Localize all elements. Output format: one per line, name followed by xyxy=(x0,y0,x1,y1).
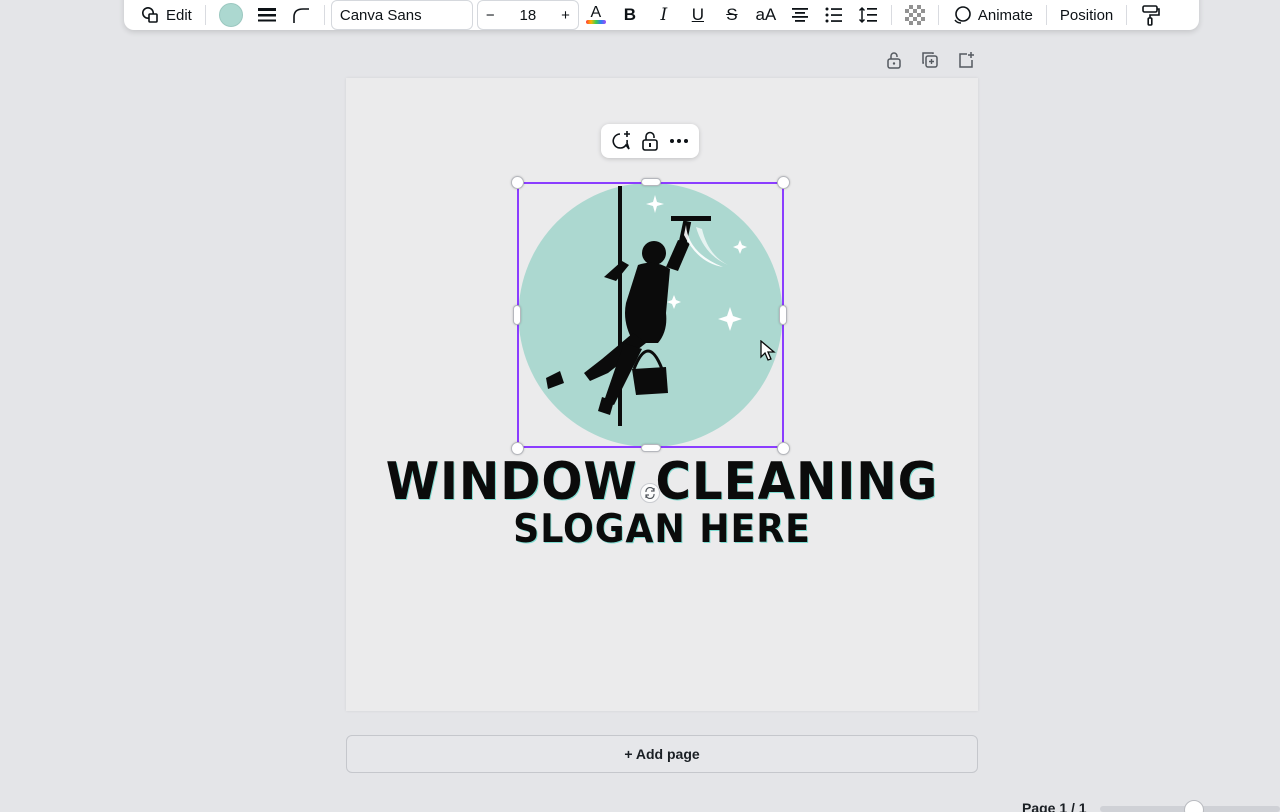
edit-button[interactable]: Edit xyxy=(134,0,199,30)
text-color-icon: A xyxy=(590,4,602,21)
fill-color-button[interactable] xyxy=(212,0,250,30)
toolbar-divider xyxy=(204,5,206,25)
toolbar-divider xyxy=(890,5,892,25)
font-size-stepper: − 18 + xyxy=(476,0,579,30)
bullet-list-icon xyxy=(825,7,842,23)
resize-handle-left[interactable] xyxy=(513,305,521,325)
add-page-icon-button[interactable] xyxy=(956,50,976,70)
copy-style-button[interactable] xyxy=(1133,0,1167,30)
decrease-font-size-button[interactable]: − xyxy=(486,7,495,24)
comment-add-icon xyxy=(612,131,631,150)
rotate-icon xyxy=(645,487,655,499)
add-page-button[interactable]: + Add page xyxy=(346,735,978,773)
animate-button[interactable]: Animate xyxy=(945,0,1040,30)
text-color-button[interactable]: A xyxy=(579,0,613,30)
zoom-slider-thumb[interactable] xyxy=(1184,800,1204,812)
page-tools xyxy=(884,50,976,70)
corner-rounding-button[interactable] xyxy=(284,0,318,30)
position-button[interactable]: Position xyxy=(1053,0,1120,30)
align-center-icon xyxy=(791,8,808,22)
resize-handle-top-right[interactable] xyxy=(777,176,790,189)
toolbar-divider xyxy=(1045,5,1047,25)
toolbar-divider xyxy=(1126,5,1128,25)
lock-icon xyxy=(887,52,901,69)
corner-rounding-icon xyxy=(293,8,309,23)
transparency-icon xyxy=(904,5,925,25)
line-spacing-icon xyxy=(858,6,877,24)
fill-color-swatch xyxy=(218,3,243,27)
bullet-list-button[interactable] xyxy=(817,0,851,30)
more-horizontal-icon xyxy=(669,139,688,143)
align-center-button[interactable] xyxy=(783,0,817,30)
element-context-menu xyxy=(601,124,699,158)
add-page-icon xyxy=(959,52,974,68)
increase-font-size-button[interactable]: + xyxy=(561,7,570,24)
border-lines-icon xyxy=(257,8,276,22)
design-title-text[interactable]: WINDOW CLEANING xyxy=(368,452,956,512)
page-indicator[interactable]: Page 1 / 1 xyxy=(1022,800,1087,812)
toolbar-divider xyxy=(937,5,939,25)
bold-button[interactable]: B xyxy=(613,0,647,30)
font-family-select[interactable]: Canva Sans xyxy=(330,0,473,30)
duplicate-page-button[interactable] xyxy=(920,50,940,70)
transparency-button[interactable] xyxy=(898,0,932,30)
text-color-rainbow-bar xyxy=(585,20,606,24)
letter-case-button[interactable]: aA xyxy=(749,0,783,30)
underline-button[interactable]: U xyxy=(681,0,715,30)
resize-handle-right[interactable] xyxy=(779,305,787,325)
font-size-value[interactable]: 18 xyxy=(520,7,537,24)
font-family-value: Canva Sans xyxy=(339,6,422,24)
lock-element-button[interactable] xyxy=(638,129,662,153)
selection-frame xyxy=(517,182,784,448)
resize-handle-top[interactable] xyxy=(641,178,661,186)
add-comment-button[interactable] xyxy=(609,129,633,153)
design-slogan-text[interactable]: SLOGAN HERE xyxy=(368,507,956,552)
border-style-button[interactable] xyxy=(250,0,284,30)
paint-roller-icon xyxy=(1142,5,1161,26)
resize-handle-top-left[interactable] xyxy=(511,176,524,189)
shapes-icon xyxy=(142,7,158,23)
toolbar-divider xyxy=(323,5,325,25)
mouse-cursor-icon xyxy=(760,340,776,361)
lock-page-button[interactable] xyxy=(884,50,904,70)
edit-label: Edit xyxy=(166,6,192,24)
lock-icon xyxy=(642,131,658,151)
rotate-handle[interactable] xyxy=(640,483,660,503)
editor-toolbar: Edit Canva Sans − 18 + A B I U S aA Anim… xyxy=(124,0,1199,30)
italic-button[interactable]: I xyxy=(647,0,681,30)
strikethrough-button[interactable]: S xyxy=(715,0,749,30)
duplicate-icon xyxy=(922,52,938,68)
animate-label: Animate xyxy=(977,6,1033,24)
line-spacing-button[interactable] xyxy=(851,0,885,30)
animate-icon xyxy=(954,6,971,24)
resize-handle-bottom[interactable] xyxy=(641,444,661,452)
more-options-button[interactable] xyxy=(667,129,691,153)
